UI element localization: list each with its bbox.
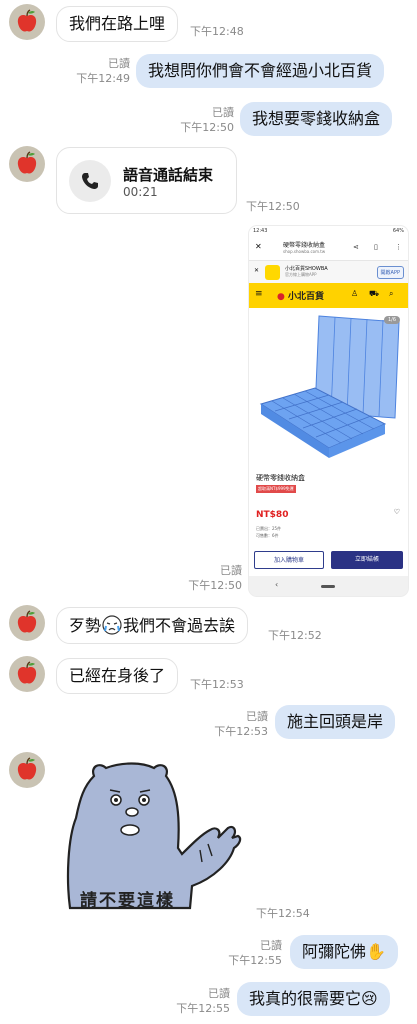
home-indicator — [321, 585, 335, 588]
more-icon: ⋮ — [395, 243, 402, 251]
message-text: 阿彌陀佛 — [302, 942, 367, 961]
store-brand: ● 小北百貨 — [277, 292, 325, 302]
user-icon: ♙ — [351, 289, 359, 298]
outgoing-message[interactable]: 我真的很需要它😢 — [237, 982, 390, 1016]
cart-icon: ⛟ — [369, 289, 380, 298]
apple-icon — [17, 610, 37, 633]
outgoing-message[interactable]: 我想問你們會不會經過小北百貨 — [136, 54, 385, 88]
stock-count: 可售數：6件 — [256, 533, 279, 538]
incoming-message[interactable]: 我們在路上哩 — [56, 6, 179, 42]
app-name: 小北百貨SHOWBA — [285, 266, 328, 272]
outgoing-message[interactable]: 阿彌陀佛✋ — [290, 935, 398, 969]
read-receipt: 已讀 — [220, 564, 242, 577]
share-icon: ⋖ — [353, 243, 359, 251]
crying-face-emoji-icon: 😢 — [361, 989, 378, 1008]
product-image: 1/6 — [249, 308, 408, 468]
read-receipt: 已讀 — [208, 987, 230, 1000]
coin-organizer-box-icon — [259, 315, 400, 458]
close-icon: ✕ — [255, 242, 262, 251]
app-description: 官方線上購物APP — [285, 272, 317, 277]
message-time: 下午12:55 — [228, 954, 282, 967]
bookmark-icon: ▯ — [374, 243, 378, 251]
search-icon: ⌕ — [389, 289, 394, 298]
app-install-banner: ✕ 小北百貨SHOWBA 官方線上購物APP 開啟APP — [249, 260, 408, 283]
browser-url-bar: ✕ 硬幣零錢收納盒 shop.showba.com.tw ⋖ ▯ ⋮ — [249, 236, 408, 260]
phone-icon — [69, 160, 111, 202]
phone-status-bar: 12:43 64% — [249, 226, 408, 236]
apple-icon — [17, 151, 37, 174]
voice-call-card[interactable]: 語音通話結束 00:21 — [56, 147, 237, 214]
product-name: 硬幣零錢收納盒 — [256, 474, 305, 482]
heart-icon: ♡ — [393, 508, 400, 516]
read-receipt: 已讀 — [246, 710, 268, 723]
read-receipt: 已讀 — [108, 57, 130, 70]
purchase-buttons: 加入購物車 立即結帳 — [249, 548, 408, 576]
open-app-button: 開啟APP — [376, 266, 404, 279]
message-time: 下午12:55 — [176, 1002, 230, 1015]
back-icon: ‹ — [275, 580, 279, 589]
message-time: 下午12:48 — [190, 25, 244, 38]
raised-hand-emoji-icon: ✋ — [366, 942, 386, 961]
close-icon: ✕ — [254, 267, 260, 274]
message-time: 下午12:53 — [190, 678, 244, 691]
message-time: 下午12:49 — [76, 72, 130, 85]
message-text: 我們不會過去誒 — [123, 616, 236, 635]
message-time: 下午12:53 — [214, 725, 268, 738]
message-time: 下午12:52 — [268, 629, 322, 642]
promo-tag: 超取滿NT$999免運 — [256, 485, 296, 493]
message-text: 我真的很需要它 — [249, 989, 362, 1008]
browser-page-title: 硬幣零錢收納盒 — [283, 242, 326, 249]
product-price: NT$80 — [256, 510, 289, 520]
message-time: 下午12:50 — [188, 579, 242, 592]
incoming-message[interactable]: 已經在身後了 — [56, 658, 179, 694]
message-time: 下午12:54 — [256, 907, 310, 920]
message-time: 下午12:50 — [180, 121, 234, 134]
message-time: 下午12:50 — [246, 200, 300, 213]
crying-emoticon-icon — [102, 615, 122, 635]
contact-avatar[interactable] — [9, 752, 45, 788]
sold-count: 已賣出：25件 — [256, 526, 282, 531]
contact-avatar[interactable] — [9, 146, 45, 182]
phone-nav-bar: ‹ — [249, 576, 408, 596]
add-to-cart-button: 加入購物車 — [254, 551, 324, 569]
read-receipt: 已讀 — [260, 939, 282, 952]
shared-screenshot-image[interactable]: 12:43 64% ✕ 硬幣零錢收納盒 shop.showba.com.tw ⋖… — [249, 226, 408, 596]
buy-now-button: 立即結帳 — [331, 551, 403, 569]
read-receipt: 已讀 — [212, 106, 234, 119]
browser-url: shop.showba.com.tw — [283, 249, 326, 254]
status-time: 12:43 — [253, 228, 268, 234]
sticker-caption: 請不要這樣 — [80, 891, 175, 911]
contact-avatar[interactable] — [9, 656, 45, 692]
outgoing-message[interactable]: 施主回頭是岸 — [275, 705, 396, 739]
message-text: 歹勢 — [69, 616, 102, 635]
store-header: ≡ ● 小北百貨 ♙ ⛟ ⌕ — [249, 283, 408, 308]
call-duration: 00:21 — [123, 185, 158, 199]
apple-icon — [17, 757, 37, 780]
battery-level: 64% — [392, 228, 404, 234]
showba-logo-icon — [265, 265, 280, 280]
apple-icon — [17, 9, 37, 32]
contact-avatar[interactable] — [9, 4, 45, 40]
menu-icon: ≡ — [255, 289, 263, 299]
contact-avatar[interactable] — [9, 605, 45, 641]
call-status-title: 語音通話結束 — [123, 166, 214, 184]
apple-icon — [17, 661, 37, 684]
outgoing-message[interactable]: 我想要零錢收納盒 — [240, 102, 393, 136]
incoming-message[interactable]: 歹勢 我們不會過去誒 — [56, 607, 249, 644]
image-counter: 1/6 — [383, 316, 400, 324]
product-info: 硬幣零錢收納盒 超取滿NT$999免運 NT$80 已賣出：25件 可售數：6件… — [249, 468, 408, 548]
bear-sticker[interactable]: 請不要這樣 — [62, 758, 247, 918]
